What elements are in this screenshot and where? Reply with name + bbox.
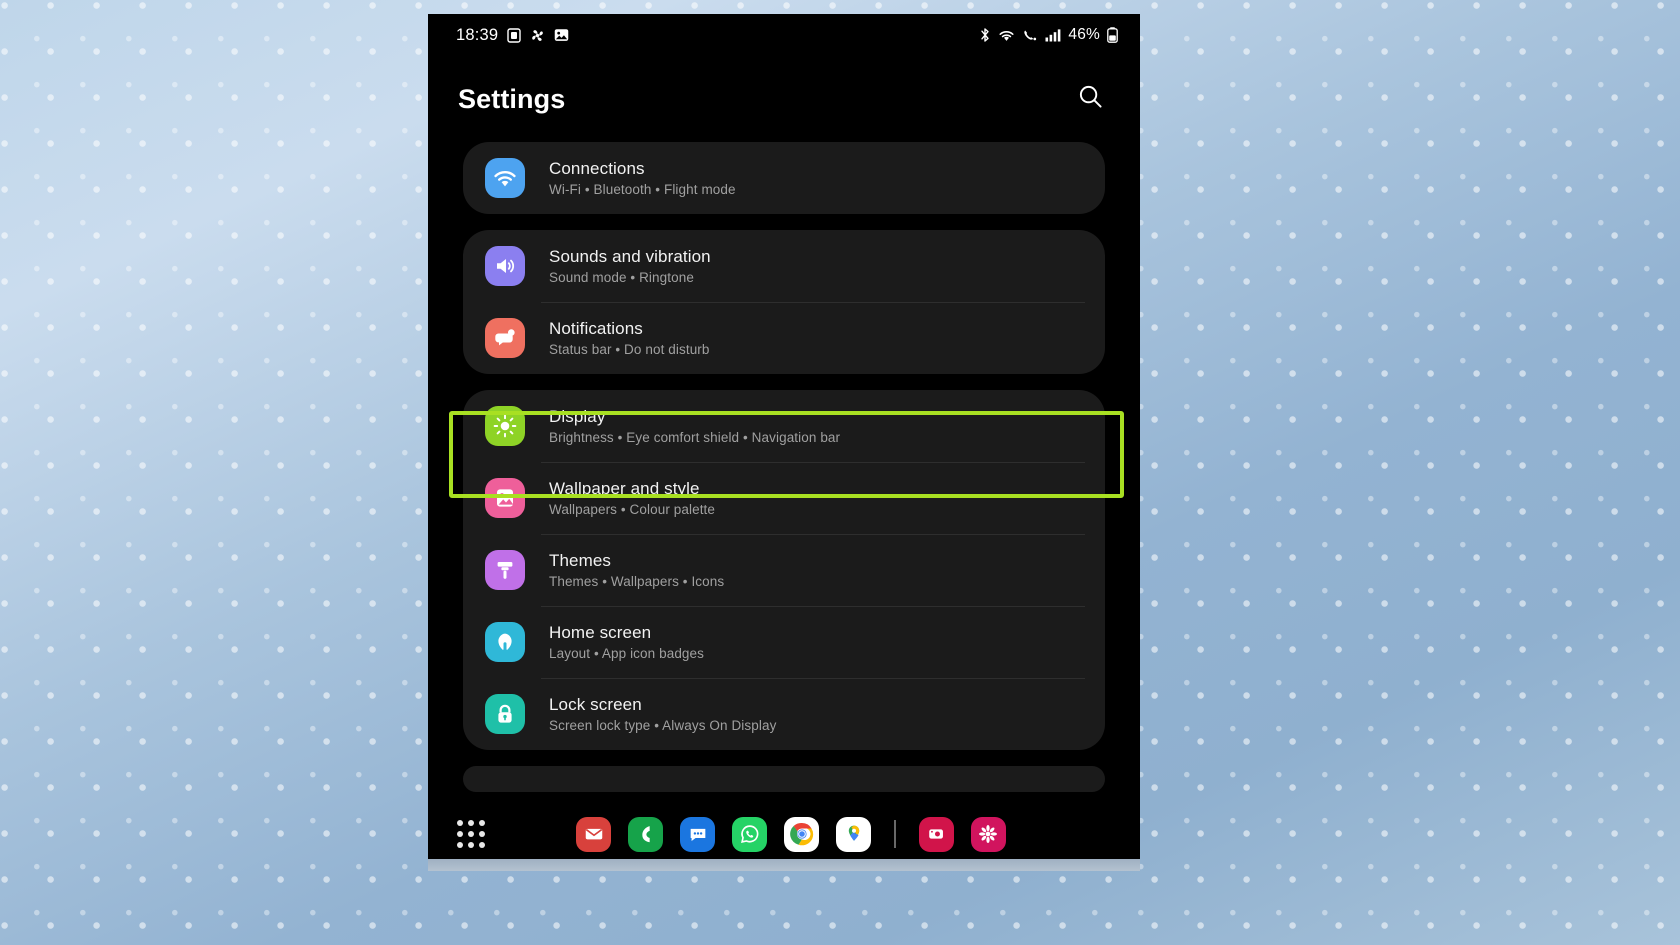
phone-app-icon[interactable] <box>628 816 663 852</box>
row-title: Display <box>549 407 606 426</box>
wifi-icon <box>998 28 1015 43</box>
instagram-app-icon[interactable] <box>918 816 954 852</box>
volte-call-icon <box>1022 28 1038 43</box>
lock-icon <box>485 694 525 734</box>
row-title: Home screen <box>549 623 652 642</box>
whatsapp-app-icon[interactable] <box>732 816 767 852</box>
row-subtitle: Screen lock type • Always On Display <box>549 718 777 733</box>
settings-row-wallpaper-and-style[interactable]: Wallpaper and style Wallpapers • Colour … <box>463 462 1105 534</box>
notification-bubble-icon <box>485 318 525 358</box>
settings-header: Settings <box>428 56 1140 142</box>
settings-row-home-screen[interactable]: Home screen Layout • App icon badges <box>463 606 1105 678</box>
wallpaper-image-icon <box>485 478 525 518</box>
row-texts: Connections Wi-Fi • Bluetooth • Flight m… <box>549 159 736 197</box>
settings-row-connections[interactable]: Connections Wi-Fi • Bluetooth • Flight m… <box>463 142 1105 214</box>
flower-app-icon[interactable] <box>970 816 1006 852</box>
maps-app-icon[interactable] <box>836 816 871 852</box>
status-time: 18:39 <box>456 25 499 44</box>
battery-icon <box>1107 27 1118 43</box>
desktop-wallpaper: 18:39 46% Settings Connections Wi-Fi • B… <box>0 0 1680 945</box>
image-icon <box>554 28 569 42</box>
settings-row-themes[interactable]: Themes Themes • Wallpapers • Icons <box>463 534 1105 606</box>
phone-screen: 18:39 46% Settings Connections Wi-Fi • B… <box>428 14 1140 871</box>
fan-icon <box>530 28 545 43</box>
row-title: Lock screen <box>549 695 642 714</box>
row-texts: Home screen Layout • App icon badges <box>549 623 704 661</box>
row-subtitle: Layout • App icon badges <box>549 646 704 661</box>
dock-divider <box>894 820 896 848</box>
settings-row-notifications[interactable]: Notifications Status bar • Do not distur… <box>463 302 1105 374</box>
row-subtitle: Wallpapers • Colour palette <box>549 502 716 517</box>
status-bar: 18:39 46% <box>428 14 1140 56</box>
speaker-icon <box>485 246 525 286</box>
bluetooth-icon <box>979 27 991 43</box>
row-subtitle: Status bar • Do not disturb <box>549 342 710 357</box>
brightness-sun-icon <box>485 406 525 446</box>
page-title: Settings <box>458 83 566 114</box>
home-icon <box>485 622 525 662</box>
row-subtitle: Brightness • Eye comfort shield • Naviga… <box>549 430 841 445</box>
settings-row-sounds-and-vibration[interactable]: Sounds and vibration Sound mode • Ringto… <box>463 230 1105 302</box>
dock-app-list <box>576 816 1006 852</box>
messages-app-icon[interactable] <box>680 816 715 852</box>
row-title: Wallpaper and style <box>549 479 700 498</box>
signal-bars-icon <box>1045 28 1061 42</box>
row-subtitle: Themes • Wallpapers • Icons <box>549 574 725 589</box>
row-title: Themes <box>549 551 612 570</box>
battery-percent: 46% <box>1068 26 1100 43</box>
system-taskbar-strip <box>428 859 1140 871</box>
row-texts: Sounds and vibration Sound mode • Ringto… <box>549 247 711 285</box>
row-texts: Notifications Status bar • Do not distur… <box>549 319 710 357</box>
row-texts: Themes Themes • Wallpapers • Icons <box>549 551 724 589</box>
row-title: Sounds and vibration <box>549 247 711 266</box>
settings-card-partial <box>463 766 1105 792</box>
row-texts: Wallpaper and style Wallpapers • Colour … <box>549 479 715 517</box>
settings-list[interactable]: Connections Wi-Fi • Bluetooth • Flight m… <box>428 142 1140 847</box>
row-title: Notifications <box>549 319 643 338</box>
sim-card-icon <box>507 27 521 43</box>
settings-card: Sounds and vibration Sound mode • Ringto… <box>463 230 1105 374</box>
wifi-icon <box>485 158 525 198</box>
chrome-app-icon[interactable] <box>784 816 819 852</box>
row-subtitle: Wi-Fi • Bluetooth • Flight mode <box>549 182 736 197</box>
settings-card: Connections Wi-Fi • Bluetooth • Flight m… <box>463 142 1105 214</box>
settings-row-display[interactable]: Display Brightness • Eye comfort shield … <box>463 390 1105 462</box>
status-bar-right: 46% <box>979 26 1118 44</box>
row-title: Connections <box>549 159 645 178</box>
row-texts: Lock screen Screen lock type • Always On… <box>549 695 776 733</box>
row-texts: Display Brightness • Eye comfort shield … <box>549 407 840 445</box>
search-icon <box>1078 84 1103 114</box>
settings-card: Display Brightness • Eye comfort shield … <box>463 390 1105 750</box>
email-app-icon[interactable] <box>576 816 611 852</box>
settings-row-lock-screen[interactable]: Lock screen Screen lock type • Always On… <box>463 678 1105 750</box>
row-subtitle: Sound mode • Ringtone <box>549 270 694 285</box>
app-drawer-grid-icon[interactable] <box>454 817 488 851</box>
paint-roller-icon <box>485 550 525 590</box>
search-button[interactable] <box>1068 77 1112 121</box>
status-bar-left: 18:39 <box>456 26 569 45</box>
